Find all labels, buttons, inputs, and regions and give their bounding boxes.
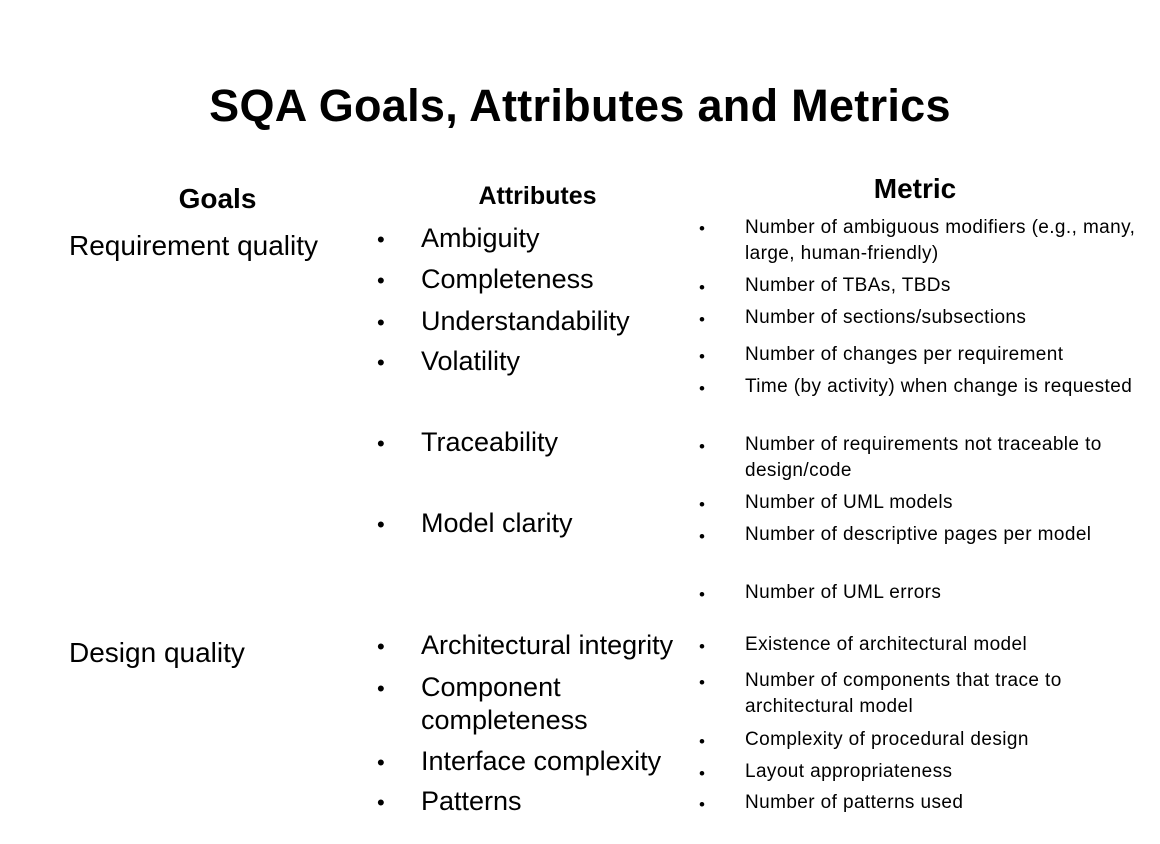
attribute-volatility: Volatility [421,346,521,376]
metric-changes-per-requirement: Number of changes per requirement [745,344,1064,365]
attribute-bullet: • [377,676,385,701]
attribute-bullet: • [377,310,385,335]
metric-bullet: • [699,637,705,656]
attribute-interface-complexity: Interface complexity [421,746,662,776]
metric-architectural-model: Existence of architectural model [745,634,1028,655]
metric-bullet: • [699,347,705,366]
metric-bullet: • [699,219,705,238]
attribute-ambiguity: Ambiguity [421,223,540,253]
metric-components-trace: Number of components that trace to archi… [745,670,1062,717]
goal-requirement-quality: Requirement quality [69,230,319,261]
goals-header: Goals [178,183,257,214]
attribute-traceability: Traceability [421,427,559,457]
attributes-header: Attributes [478,182,597,210]
attribute-bullet: • [377,268,385,293]
metric-patterns-used: Number of patterns used [745,792,964,813]
metric-uml-errors: Number of UML errors [745,582,942,603]
metric-descriptive-pages: Number of descriptive pages per model [745,524,1092,545]
metric-bullet: • [699,495,705,514]
attribute-bullet: • [377,790,385,815]
metric-bullet: • [699,437,705,456]
metric-bullet: • [699,278,705,297]
metric-sections: Number of sections/subsections [745,307,1027,328]
attribute-completeness: Completeness [421,264,594,294]
goal-design-quality: Design quality [69,637,245,668]
attribute-understandability: Understandability [421,306,630,336]
metric-uml-models: Number of UML models [745,492,953,513]
attribute-bullet: • [377,512,385,537]
attribute-bullet: • [377,350,385,375]
attribute-bullet: • [377,227,385,252]
metric-bullet: • [699,732,705,751]
metric-tbas-tbds: Number of TBAs, TBDs [745,275,951,296]
metric-bullet: • [699,379,705,398]
metric-ambiguous-modifiers: Number of ambiguous modifiers (e.g., man… [745,217,1136,264]
metric-bullet: • [699,310,705,329]
metric-bullet: • [699,585,705,604]
metric-layout-appropriateness: Layout appropriateness [745,761,953,782]
metric-time-change-requested: Time (by activity) when change is reques… [745,376,1133,397]
metric-bullet: • [699,527,705,546]
metric-bullet: • [699,673,705,692]
attribute-model-clarity: Model clarity [421,508,573,538]
attribute-bullet: • [377,634,385,659]
attribute-bullet: • [377,431,385,456]
metric-requirements-not-traceable: Number of requirements not traceable to … [745,434,1102,481]
page-title: SQA Goals, Attributes and Metrics [209,80,951,131]
attribute-bullet: • [377,750,385,775]
metric-header: Metric [873,173,957,204]
attribute-architectural-integrity: Architectural integrity [421,630,674,660]
attribute-patterns: Patterns [421,786,522,816]
metric-bullet: • [699,764,705,783]
metric-bullet: • [699,795,705,814]
attribute-component-completeness: Component completeness [421,672,588,735]
metric-procedural-design: Complexity of procedural design [745,729,1029,750]
